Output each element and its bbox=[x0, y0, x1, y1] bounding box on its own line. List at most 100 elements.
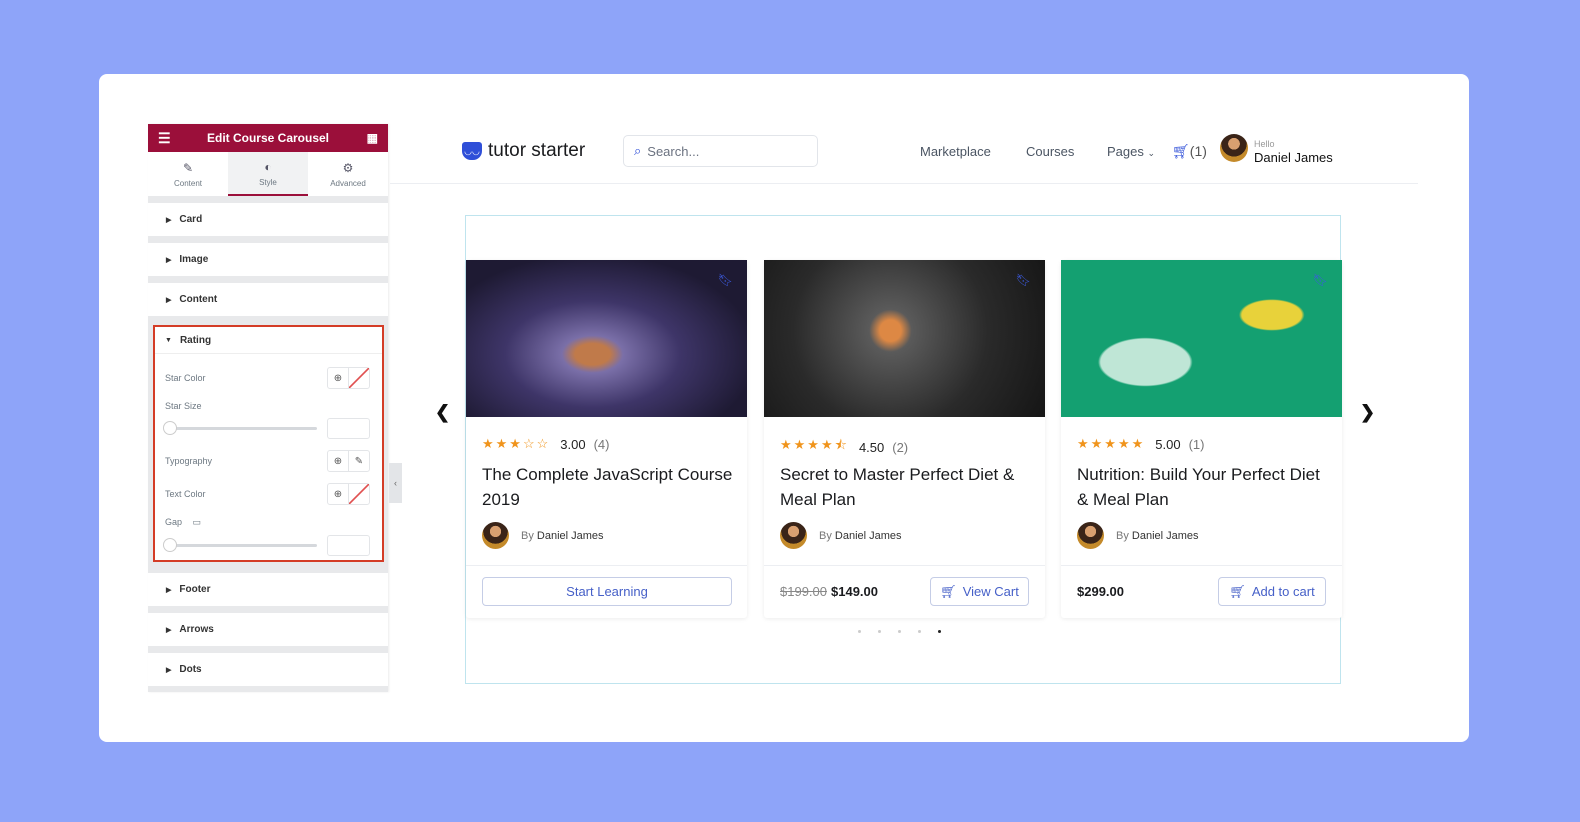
view-cart-button[interactable]: 🛒︎ View Cart bbox=[930, 577, 1029, 606]
site-logo[interactable]: ◡◡ tutor starter bbox=[462, 140, 585, 162]
caret-right-icon: ▶ bbox=[166, 216, 172, 224]
desktop-icon[interactable]: ▭ bbox=[193, 517, 202, 527]
star-size-label: Star Size bbox=[165, 401, 202, 411]
gap-slider[interactable] bbox=[163, 538, 317, 552]
course-title[interactable]: The Complete JavaScript Course 2019 bbox=[482, 462, 737, 512]
slider-handle[interactable] bbox=[163, 538, 177, 552]
section-image[interactable]: ▶ Image bbox=[148, 243, 388, 276]
section-label: Dots bbox=[179, 664, 202, 675]
tab-advanced[interactable]: ⚙ Advanced bbox=[308, 152, 388, 196]
cart-icon: 🛒︎ bbox=[1229, 583, 1246, 599]
carousel-dot[interactable] bbox=[918, 630, 921, 633]
pencil-icon: ✎ bbox=[182, 160, 194, 175]
author-avatar bbox=[482, 522, 509, 549]
editor-panel: ☰ Edit Course Carousel ▦ ✎ Content ◐ Style… bbox=[148, 124, 388, 692]
author-name[interactable]: Daniel James bbox=[835, 530, 902, 542]
gap-text: Gap bbox=[165, 517, 183, 527]
search-input[interactable]: ⌕ Search... bbox=[623, 135, 818, 167]
author-name[interactable]: Daniel James bbox=[537, 530, 604, 542]
card-divider bbox=[764, 565, 1045, 566]
nav-courses[interactable]: Courses bbox=[1026, 144, 1074, 159]
text-color-control[interactable]: ⊕ bbox=[327, 483, 370, 505]
grid-icon[interactable]: ▦ bbox=[367, 131, 378, 145]
rating-header[interactable]: ▼ Rating bbox=[155, 327, 382, 354]
hamburger-menu-icon[interactable]: ☰ bbox=[158, 130, 171, 147]
by-label: By bbox=[521, 529, 534, 542]
globe-icon[interactable]: ⊕ bbox=[328, 451, 349, 471]
rating-count: (4) bbox=[593, 436, 610, 452]
course-title[interactable]: Secret to Master Perfect Diet & Meal Pla… bbox=[780, 462, 1035, 512]
nav-pages[interactable]: Pages ⌄ bbox=[1107, 144, 1155, 159]
old-price: $199.00 bbox=[780, 584, 827, 599]
add-to-cart-button[interactable]: 🛒︎ Add to cart bbox=[1218, 577, 1326, 606]
star-size-input[interactable] bbox=[327, 418, 370, 439]
carousel-dot[interactable] bbox=[858, 630, 861, 633]
gap-label: Gap ▭ bbox=[165, 517, 201, 528]
section-arrows[interactable]: ▶ Arrows bbox=[148, 613, 388, 646]
pencil-icon[interactable]: ✎ bbox=[349, 451, 369, 471]
slider-handle[interactable] bbox=[163, 421, 177, 435]
course-author: By Daniel James bbox=[1077, 522, 1199, 549]
search-icon: ⌕ bbox=[634, 143, 642, 158]
cart-icon: 🛒︎ bbox=[1172, 143, 1190, 159]
star-size-slider[interactable] bbox=[163, 421, 317, 435]
course-author: By Daniel James bbox=[482, 522, 604, 549]
panel-collapse-button[interactable]: ‹ bbox=[389, 463, 402, 503]
section-footer[interactable]: ▶ Footer bbox=[148, 573, 388, 606]
caret-right-icon: ▶ bbox=[166, 256, 172, 264]
cart-link[interactable]: 🛒︎(1) bbox=[1172, 143, 1207, 160]
author-name[interactable]: Daniel James bbox=[1132, 530, 1199, 542]
gap-input[interactable] bbox=[327, 535, 370, 556]
tab-label: Content bbox=[173, 178, 203, 188]
rating-value: 4.50 bbox=[858, 439, 885, 455]
section-content[interactable]: ▶ Content bbox=[148, 283, 388, 316]
text-color-label: Text Color bbox=[165, 489, 206, 499]
typography-control[interactable]: ⊕ ✎ bbox=[327, 450, 370, 472]
color-swatch[interactable] bbox=[349, 368, 369, 388]
bookmark-icon[interactable]: 🔖︎ bbox=[718, 273, 733, 287]
nav-pages-label: Pages bbox=[1107, 144, 1144, 159]
course-card[interactable]: 🔖︎ ★★★☆☆ 3.00 (4) The Complete JavaScript … bbox=[466, 260, 747, 618]
carousel-dot[interactable] bbox=[898, 630, 901, 633]
by-label: By bbox=[819, 529, 832, 542]
start-learning-button[interactable]: Start Learning bbox=[482, 577, 732, 606]
cart-count: (1) bbox=[1189, 143, 1207, 159]
stars-icon: ★★★☆☆ bbox=[482, 436, 551, 451]
carousel-dot-active[interactable] bbox=[938, 630, 941, 633]
course-card[interactable]: 🔖︎ ★★★★★ 5.00 (1) Nutrition: Build Your Pe… bbox=[1061, 260, 1342, 618]
nav-marketplace[interactable]: Marketplace bbox=[920, 144, 991, 159]
bookmark-icon[interactable]: 🔖︎ bbox=[1313, 273, 1328, 287]
author-avatar bbox=[1077, 522, 1104, 549]
section-card[interactable]: ▶ Card bbox=[148, 203, 388, 236]
by-label: By bbox=[1116, 529, 1129, 542]
tab-content[interactable]: ✎ Content bbox=[148, 152, 228, 196]
course-price: $299.00 bbox=[1077, 584, 1124, 599]
bookmark-icon[interactable]: 🔖︎ bbox=[1016, 273, 1031, 287]
next-arrow-icon[interactable]: ❯ bbox=[1360, 402, 1375, 423]
user-avatar[interactable] bbox=[1220, 134, 1248, 162]
stars-icon: ★★★★★ bbox=[1077, 436, 1146, 451]
rating: ★★★★★ 5.00 (1) bbox=[1077, 436, 1204, 452]
globe-icon[interactable]: ⊕ bbox=[328, 484, 349, 504]
stars-icon: ★★★★⯪ bbox=[780, 437, 849, 452]
color-swatch[interactable] bbox=[349, 484, 369, 504]
course-title[interactable]: Nutrition: Build Your Perfect Diet & Mea… bbox=[1077, 462, 1332, 512]
rating-value: 3.00 bbox=[560, 436, 586, 452]
globe-icon[interactable]: ⊕ bbox=[328, 368, 349, 388]
star-color-label: Star Color bbox=[165, 373, 206, 383]
star-color-control[interactable]: ⊕ bbox=[327, 367, 370, 389]
section-dots[interactable]: ▶ Dots bbox=[148, 653, 388, 686]
search-placeholder: Search... bbox=[647, 143, 700, 159]
card-divider bbox=[466, 565, 747, 566]
section-label: Arrows bbox=[179, 624, 214, 635]
sale-price: $149.00 bbox=[831, 584, 878, 599]
carousel-dot[interactable] bbox=[878, 630, 881, 633]
course-card[interactable]: 🔖︎ ★★★★⯪ 4.50 (2) Secret to Master Perfect… bbox=[764, 260, 1045, 618]
contrast-icon: ◐ bbox=[264, 159, 272, 174]
prev-arrow-icon[interactable]: ❮ bbox=[435, 402, 450, 423]
rating-count: (1) bbox=[1188, 436, 1205, 452]
tab-style[interactable]: ◐ Style bbox=[228, 152, 308, 196]
rating: ★★★☆☆ 3.00 (4) bbox=[482, 436, 609, 452]
section-label: Card bbox=[179, 214, 203, 225]
user-name[interactable]: Daniel James bbox=[1254, 150, 1333, 165]
